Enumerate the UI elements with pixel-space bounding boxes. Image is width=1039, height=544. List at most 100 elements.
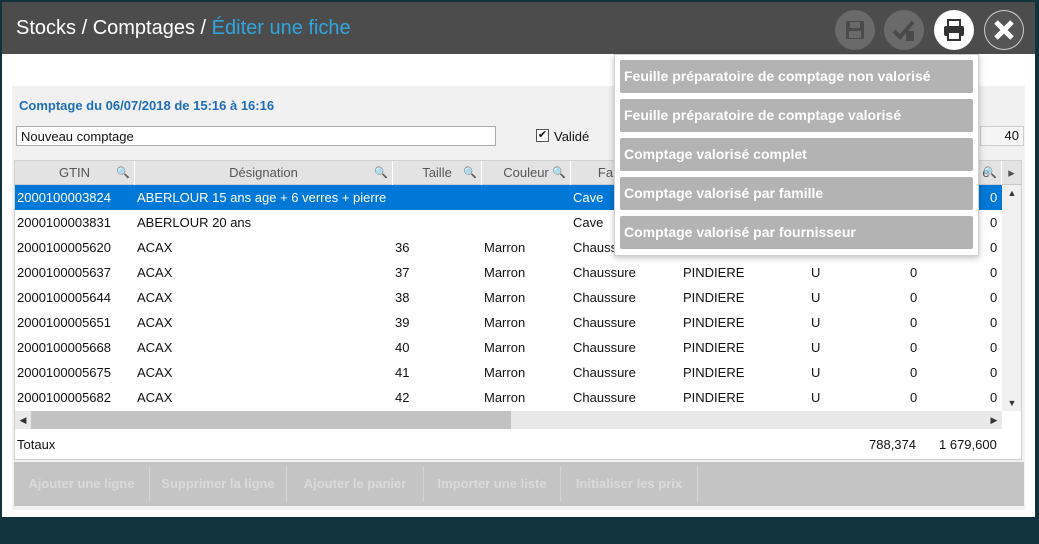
search-icon[interactable]: 🔍 — [552, 161, 566, 185]
delete-line-button[interactable]: Supprimer la ligne — [150, 466, 287, 502]
scroll-up-icon[interactable]: ▲ — [1002, 185, 1021, 201]
total-value-1: 788,374 — [869, 437, 916, 452]
cell-famille: Chaussure — [573, 315, 636, 330]
print-button[interactable] — [934, 10, 974, 50]
cell-gtin: 2000100005675 — [17, 365, 111, 380]
cell-designation: ACAX — [137, 340, 173, 355]
breadcrumb-current: Éditer une fiche — [211, 17, 351, 39]
count-field: 40 — [980, 126, 1024, 146]
horizontal-scrollbar[interactable]: ◀ ▶ — [15, 411, 1002, 429]
scroll-left-icon[interactable]: ◀ — [15, 411, 31, 429]
search-icon[interactable]: 🔍 — [374, 161, 388, 185]
cell-gtin: 2000100005651 — [17, 315, 111, 330]
cell-famille: Chaussure — [573, 365, 636, 380]
table-row[interactable]: 2000100005637 ACAX 37 Marron Chaussure P… — [15, 260, 1002, 285]
column-header-designation[interactable]: Désignation 🔍 — [135, 161, 393, 185]
cell-qty: 0 — [910, 365, 918, 380]
search-icon[interactable]: 🔍 — [463, 161, 477, 185]
validate-button[interactable] — [884, 10, 924, 50]
cell-taille: 40 — [395, 340, 410, 355]
table-row[interactable]: 2000100005651 ACAX 39 Marron Chaussure P… — [15, 310, 1002, 335]
cell-fournisseur: PINDIERE — [683, 265, 745, 280]
init-prices-button[interactable]: Initialiser les prix — [561, 466, 698, 502]
table-row[interactable]: 2000100005675 ACAX 41 Marron Chaussure P… — [15, 360, 1002, 385]
scroll-right-header-icon[interactable]: ▸ — [1002, 161, 1021, 185]
cell-designation: ACAX — [137, 265, 173, 280]
column-label: Désignation — [229, 165, 298, 180]
cell-gtin: 2000100003824 — [17, 190, 111, 205]
valide-label: Validé — [554, 129, 590, 144]
cell-designation: ABERLOUR 15 ans age + 6 verres + pierre — [137, 190, 387, 205]
breadcrumb-separator: / — [76, 17, 93, 39]
menu-item-prep-valorise[interactable]: Feuille préparatoire de comptage valoris… — [620, 99, 973, 132]
cell-designation: ACAX — [137, 365, 173, 380]
table-row[interactable]: 2000100005668 ACAX 40 Marron Chaussure P… — [15, 335, 1002, 360]
table-row[interactable]: 2000100005644 ACAX 38 Marron Chaussure P… — [15, 285, 1002, 310]
cell-gtin: 2000100005682 — [17, 390, 111, 405]
scroll-right-icon[interactable]: ▶ — [986, 411, 1002, 429]
menu-item-par-fournisseur[interactable]: Comptage valorisé par fournisseur — [620, 216, 973, 249]
cell-last: 0 — [990, 290, 998, 305]
cell-last: 0 — [990, 265, 998, 280]
cell-taille: 39 — [395, 315, 410, 330]
cell-qty: 0 — [910, 290, 918, 305]
cell-last: 0 — [990, 365, 998, 380]
search-icon[interactable]: 🔍 — [116, 161, 130, 185]
cell-last: 0 — [990, 340, 998, 355]
cell-famille: Chaussure — [573, 290, 636, 305]
breadcrumb: Stocks / Comptages / Éditer une fiche — [16, 17, 351, 40]
cell-gtin: 2000100003831 — [17, 215, 111, 230]
save-button[interactable] — [835, 10, 875, 50]
import-list-button[interactable]: Importer une liste — [424, 466, 561, 502]
cell-couleur: Marron — [484, 390, 526, 405]
cell-famille: Chaussure — [573, 390, 636, 405]
menu-item-par-famille[interactable]: Comptage valorisé par famille — [620, 177, 973, 210]
column-header-taille[interactable]: Taille 🔍 — [393, 161, 482, 185]
scroll-down-icon[interactable]: ▼ — [1002, 395, 1021, 411]
cell-couleur: Marron — [484, 315, 526, 330]
cell-unite: U — [811, 315, 821, 330]
print-dropdown-menu: Feuille préparatoire de comptage non val… — [614, 54, 979, 256]
add-line-button[interactable]: Ajouter une ligne — [14, 466, 150, 502]
menu-item-prep-non-valorise[interactable]: Feuille préparatoire de comptage non val… — [620, 60, 973, 93]
vertical-scrollbar[interactable]: ▲ ▼ — [1002, 185, 1021, 411]
table-row[interactable]: 2000100005682 ACAX 42 Marron Chaussure P… — [15, 385, 1002, 410]
comptage-name-input[interactable] — [16, 126, 496, 146]
cell-unite: U — [811, 265, 821, 280]
cell-famille: Cave — [573, 190, 604, 205]
cell-taille: 42 — [395, 390, 410, 405]
cell-unite: U — [811, 290, 821, 305]
cell-designation: ACAX — [137, 390, 173, 405]
cell-fournisseur: PINDIERE — [683, 365, 745, 380]
totals-row: Totaux 788,374 1 679,600 — [15, 431, 1021, 459]
cell-famille: Chaussure — [573, 340, 636, 355]
cell-gtin: 2000100005637 — [17, 265, 111, 280]
valide-checkbox[interactable]: ✔ — [536, 129, 549, 142]
cell-last: 0 — [990, 240, 998, 255]
add-cart-button[interactable]: Ajouter le panier — [287, 466, 424, 502]
cell-couleur: Marron — [484, 240, 526, 255]
search-icon[interactable]: 🔍 — [983, 161, 997, 185]
menu-item-complet[interactable]: Comptage valorisé complet — [620, 138, 973, 171]
cell-designation: ACAX — [137, 240, 173, 255]
cell-taille: 38 — [395, 290, 410, 305]
app-window: Stocks / Comptages / Éditer une fiche Co… — [0, 0, 1039, 544]
cell-famille: Cave — [573, 215, 604, 230]
cell-last: 0 — [990, 190, 998, 205]
breadcrumb-stocks[interactable]: Stocks — [16, 17, 76, 39]
horizontal-scroll-thumb[interactable] — [31, 411, 511, 429]
breadcrumb-comptages[interactable]: Comptages — [93, 17, 195, 39]
title-bar: Stocks / Comptages / Éditer une fiche — [2, 2, 1035, 54]
cell-designation: ACAX — [137, 290, 173, 305]
cell-fournisseur: PINDIERE — [683, 390, 745, 405]
column-label: GTIN — [58, 165, 91, 180]
column-header-couleur[interactable]: Couleur 🔍 — [482, 161, 571, 185]
cell-gtin: 2000100005644 — [17, 290, 111, 305]
cell-fournisseur: PINDIERE — [683, 290, 745, 305]
breadcrumb-separator: / — [194, 17, 212, 39]
cell-taille: 36 — [395, 240, 410, 255]
close-button[interactable] — [984, 10, 1024, 50]
column-header-gtin[interactable]: GTIN 🔍 — [15, 161, 135, 185]
cell-taille: 37 — [395, 265, 410, 280]
column-label: Fa — [597, 165, 614, 180]
